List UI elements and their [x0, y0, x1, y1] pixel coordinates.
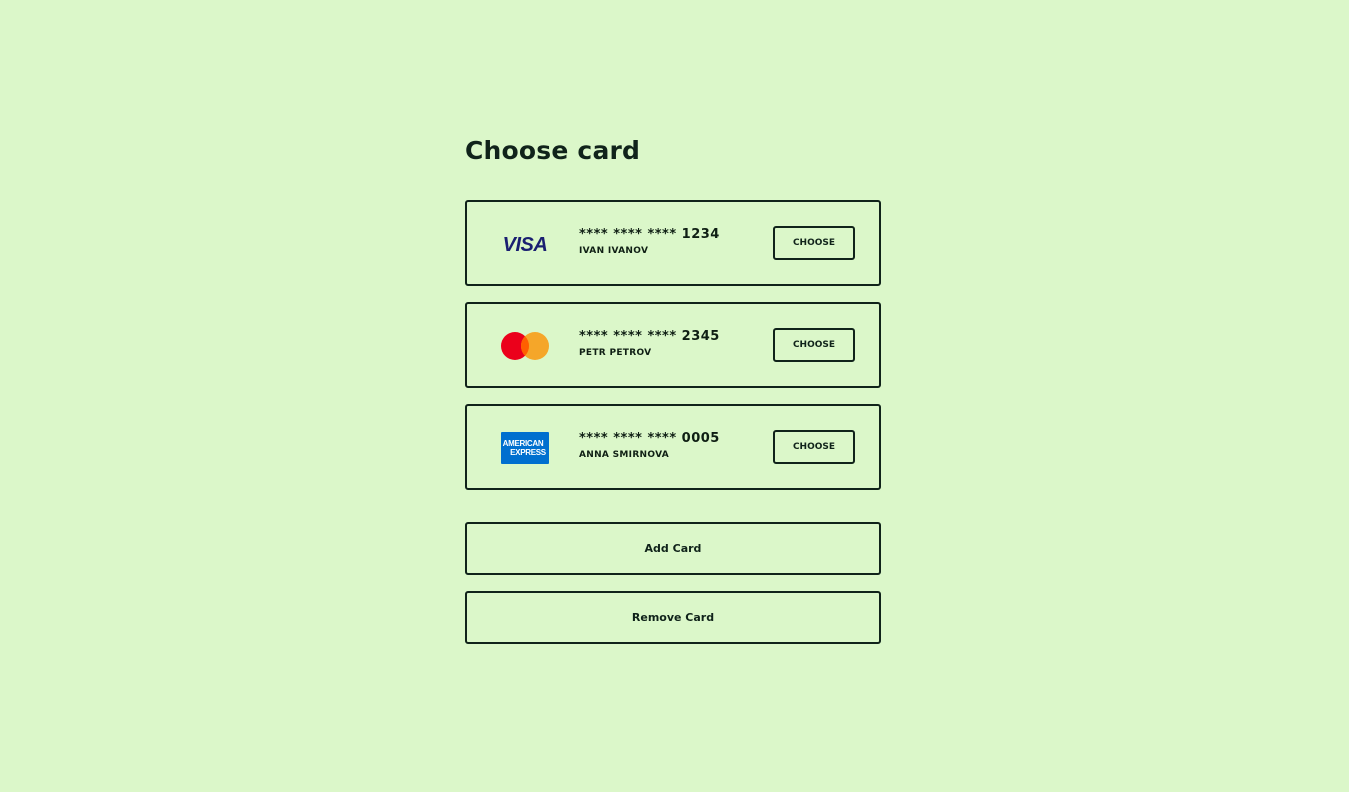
card-item-mastercard: **** **** **** 2345 Petr Petrov Choose [465, 302, 881, 388]
american-express-logo-icon: AMERICAN EXPRESS [499, 432, 551, 464]
add-card-button[interactable]: Add Card [465, 522, 881, 575]
svg-text:VISA: VISA [503, 234, 548, 256]
card-holder-name: Ivan Ivanov [579, 246, 649, 256]
card-info: **** **** **** 1234 Ivan Ivanov [579, 227, 720, 257]
svg-text:EXPRESS: EXPRESS [510, 448, 547, 457]
card-holder-name: Petr Petrov [579, 348, 652, 358]
card-info: **** **** **** 2345 Petr Petrov [579, 329, 720, 359]
choose-card-button[interactable]: Choose [773, 430, 855, 464]
choose-card-panel: Choose card VISA **** **** **** 1234 Iva… [465, 136, 881, 644]
card-number: **** **** **** 1234 [579, 227, 720, 242]
choose-card-button[interactable]: Choose [773, 226, 855, 260]
card-number: **** **** **** 0005 [579, 431, 720, 446]
remove-card-button[interactable]: Remove Card [465, 591, 881, 644]
card-info: **** **** **** 0005 Anna Smirnova [579, 431, 720, 461]
svg-text:AMERICAN: AMERICAN [503, 439, 544, 448]
mastercard-logo-icon [499, 330, 551, 362]
choose-card-button[interactable]: Choose [773, 328, 855, 362]
visa-logo-icon: VISA [499, 228, 551, 260]
card-item-visa: VISA **** **** **** 1234 Ivan Ivanov Cho… [465, 200, 881, 286]
card-list: VISA **** **** **** 1234 Ivan Ivanov Cho… [465, 200, 881, 490]
card-item-amex: AMERICAN EXPRESS **** **** **** 0005 Ann… [465, 404, 881, 490]
page-title: Choose card [465, 136, 641, 165]
card-holder-name: Anna Smirnova [579, 450, 670, 460]
card-number: **** **** **** 2345 [579, 329, 720, 344]
